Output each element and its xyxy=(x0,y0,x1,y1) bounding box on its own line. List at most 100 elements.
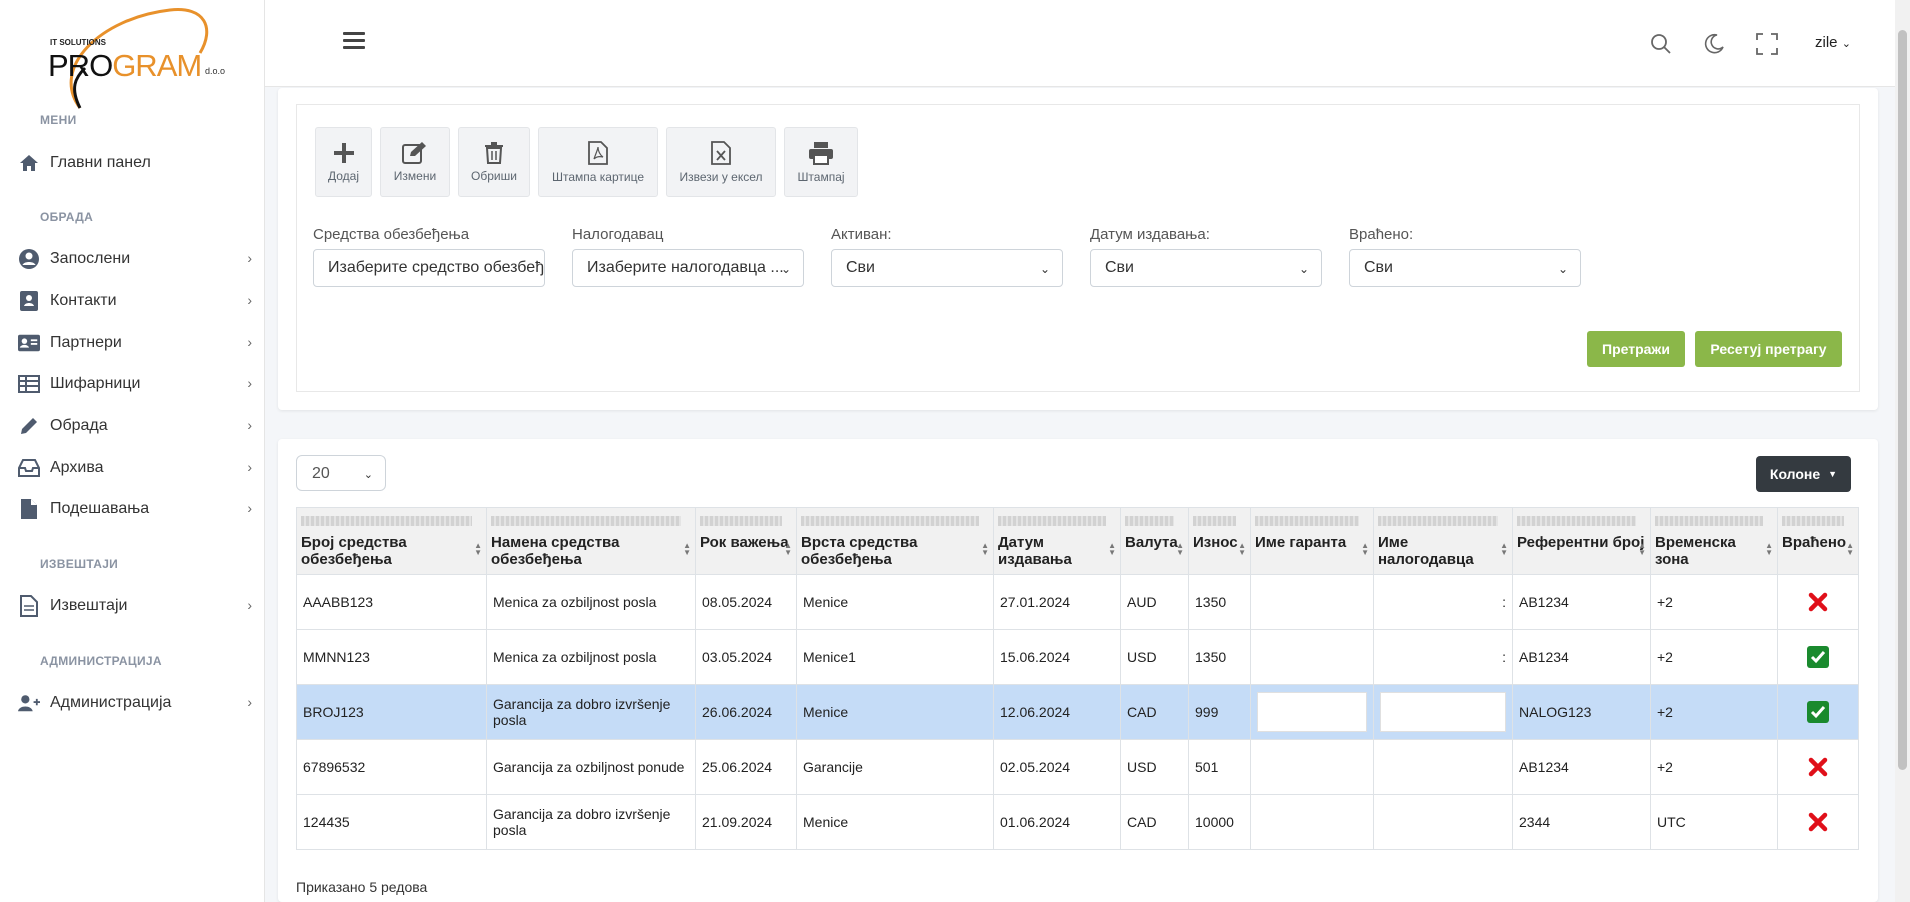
print-card-button[interactable]: Штампа картице xyxy=(538,127,658,197)
excel-icon xyxy=(711,140,731,165)
edit-button[interactable]: Измени xyxy=(380,127,450,197)
logo-suffix: d.o.o xyxy=(205,66,226,76)
table-cell: : xyxy=(1373,629,1513,685)
sort-icon[interactable]: ▲ ▼ xyxy=(1846,542,1854,557)
column-header[interactable]: Намена средства обезбеђења ▲ ▼ xyxy=(486,507,696,575)
sidebar-item-codebooks[interactable]: Шифарници › xyxy=(18,369,254,399)
sort-icon[interactable]: ▲ ▼ xyxy=(784,542,792,557)
sort-icon[interactable]: ▲ ▼ xyxy=(1108,542,1116,557)
cell-editor-input[interactable] xyxy=(1257,692,1367,732)
company-logo[interactable]: IT SOLUTIONS PROGRAM d.o.o xyxy=(40,8,240,113)
sidebar-item-reports[interactable]: Извештаји › xyxy=(18,591,254,621)
column-header[interactable]: Враћено ▲ ▼ xyxy=(1777,507,1859,575)
column-filter-input[interactable] xyxy=(491,516,681,526)
returned-cell xyxy=(1777,794,1859,850)
sort-icon[interactable]: ▲ ▼ xyxy=(474,542,482,557)
column-filter-input[interactable] xyxy=(1517,516,1636,526)
table-row[interactable]: MMNN123 Menica za ozbiljnost posla 03.05.2… xyxy=(296,629,1859,685)
table-cell: 67896532 xyxy=(296,739,487,795)
user-menu[interactable]: zile ⌄ xyxy=(1815,34,1851,51)
column-header[interactable]: Референтни број ▲ ▼ xyxy=(1512,507,1651,575)
issue-date-select[interactable]: Сви ⌄ xyxy=(1090,249,1322,287)
active-select[interactable]: Сви ⌄ xyxy=(831,249,1063,287)
sort-icon[interactable]: ▲ ▼ xyxy=(1638,542,1646,557)
column-header[interactable]: Валута ▲ ▼ xyxy=(1120,507,1189,575)
sidebar-item-contacts[interactable]: Контакти › xyxy=(18,286,254,316)
returned-cell xyxy=(1777,684,1859,740)
search-icon[interactable] xyxy=(1649,32,1673,56)
page-size-select[interactable]: 20 ⌄ xyxy=(296,455,386,491)
column-header[interactable]: Име гаранта ▲ ▼ xyxy=(1250,507,1374,575)
delete-button[interactable]: Обриши xyxy=(458,127,530,197)
table-cell: CAD xyxy=(1120,684,1189,740)
sort-icon[interactable]: ▲ ▼ xyxy=(1361,542,1369,557)
table-row[interactable]: 124435 Garancija za dobro izvršenje posla… xyxy=(296,794,1859,850)
cross-icon xyxy=(1808,592,1828,612)
table-row[interactable]: BROJ123 Garancija za dobro izvršenje posl… xyxy=(296,684,1859,740)
column-header[interactable]: Име налогодавца ▲ ▼ xyxy=(1373,507,1513,575)
column-filter-input[interactable] xyxy=(1193,516,1236,526)
table-cell xyxy=(1250,739,1374,795)
fullscreen-icon[interactable] xyxy=(1755,32,1779,56)
cell-editor-input[interactable] xyxy=(1380,692,1506,732)
menu-toggle-icon[interactable] xyxy=(343,32,365,50)
column-filter-input[interactable] xyxy=(1125,516,1174,526)
means-select[interactable]: Изаберите средство обезбеђења xyxy=(313,249,545,287)
column-filter-input[interactable] xyxy=(801,516,979,526)
sidebar-item-partners[interactable]: Партнери › xyxy=(18,328,254,358)
column-header[interactable]: Број средства обезбеђења ▲ ▼ xyxy=(296,507,487,575)
table-cell: BROJ123 xyxy=(296,684,487,740)
column-header[interactable]: Датум издавања ▲ ▼ xyxy=(993,507,1121,575)
print-button[interactable]: Штампај xyxy=(784,127,858,197)
sidebar-item-label: Партнери xyxy=(50,334,122,351)
filter-panel: Додај Измени Обриши Штампа картице Извез… xyxy=(296,104,1860,392)
reset-search-button[interactable]: Ресетуј претрагу xyxy=(1695,331,1842,367)
sidebar-item-dashboard[interactable]: Главни панел xyxy=(18,148,254,178)
sort-icon[interactable]: ▲ ▼ xyxy=(1500,542,1508,557)
sort-icon[interactable]: ▲ ▼ xyxy=(683,542,691,557)
sidebar-item-settings[interactable]: Подешавања › xyxy=(18,494,254,524)
column-filter-input[interactable] xyxy=(301,516,472,526)
sidebar-item-processing[interactable]: Обрада › xyxy=(18,411,254,441)
column-filter-input[interactable] xyxy=(700,516,782,526)
columns-button[interactable]: Колоне ▼ xyxy=(1756,456,1851,492)
returned-select[interactable]: Сви ⌄ xyxy=(1349,249,1581,287)
column-header[interactable]: Врста средства обезбеђења ▲ ▼ xyxy=(796,507,994,575)
sidebar-item-archive[interactable]: Архива › xyxy=(18,453,254,483)
sort-icon[interactable]: ▲ ▼ xyxy=(1765,542,1773,557)
search-button[interactable]: Претражи xyxy=(1587,331,1685,367)
sort-icon[interactable]: ▲ ▼ xyxy=(1238,542,1246,557)
sort-icon[interactable]: ▲ ▼ xyxy=(981,542,989,557)
table-row[interactable]: AAABB123 Menica za ozbiljnost posla 08.05.… xyxy=(296,574,1859,630)
sort-icon[interactable]: ▲ ▼ xyxy=(1176,542,1184,557)
table-cell: AB1234 xyxy=(1512,629,1651,685)
sidebar-item-label: Обрада xyxy=(50,417,108,434)
sidebar-item-administration[interactable]: Администрација › xyxy=(18,688,254,718)
dark-mode-icon[interactable] xyxy=(1702,32,1726,56)
export-excel-button[interactable]: Извези у ексел xyxy=(666,127,776,197)
column-filter-input[interactable] xyxy=(1255,516,1359,526)
chevron-down-icon: ⌄ xyxy=(1841,38,1851,50)
column-filter-input[interactable] xyxy=(998,516,1106,526)
table-cell: 25.06.2024 xyxy=(695,739,797,795)
topbar: zile ⌄ xyxy=(265,0,1895,87)
table-row[interactable]: 67896532 Garancija za ozbiljnost ponude 25… xyxy=(296,739,1859,795)
column-filter-input[interactable] xyxy=(1378,516,1498,526)
column-filter-input[interactable] xyxy=(1655,516,1763,526)
principal-select[interactable]: Изаберите налогодавца ... ⌄ xyxy=(572,249,804,287)
guarantees-table: Број средства обезбеђења ▲ ▼ Намена средст… xyxy=(296,507,1859,850)
scrollbar-thumb[interactable] xyxy=(1898,30,1907,770)
column-filter-input[interactable] xyxy=(1782,516,1844,526)
column-header[interactable]: Временска зона ▲ ▼ xyxy=(1650,507,1778,575)
add-button[interactable]: Додај xyxy=(315,127,372,197)
issue-date-select-value: Сви xyxy=(1105,259,1134,276)
column-header[interactable]: Износ ▲ ▼ xyxy=(1188,507,1251,575)
table-cell: USD xyxy=(1120,629,1189,685)
sidebar-item-label: Архива xyxy=(50,459,104,476)
column-header[interactable]: Рок важења ▲ ▼ xyxy=(695,507,797,575)
section-administration: АДМИНИСТРАЦИЈА xyxy=(40,654,162,668)
sidebar-item-label: Запослени xyxy=(50,250,131,267)
table-cell: 01.06.2024 xyxy=(993,794,1121,850)
table-cell: 12.06.2024 xyxy=(993,684,1121,740)
sidebar-item-employees[interactable]: Запослени › xyxy=(18,244,254,274)
